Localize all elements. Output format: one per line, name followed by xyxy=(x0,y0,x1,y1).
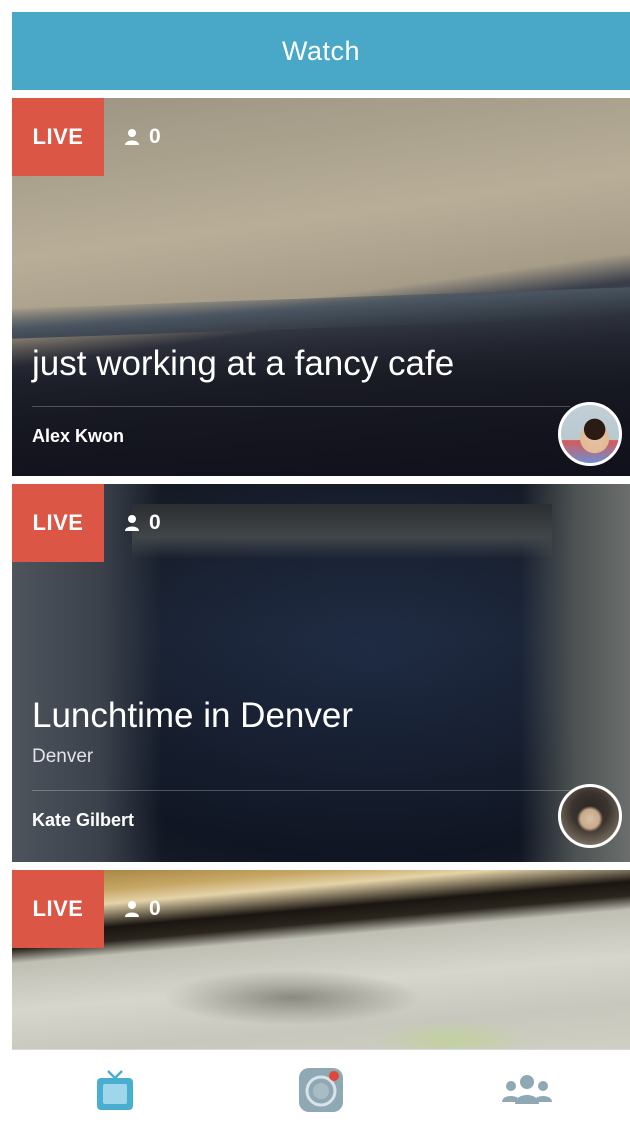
stream-card[interactable]: LIVE 0 Lunchtime in Denver Denver Kate G… xyxy=(12,484,630,862)
stream-location: Denver xyxy=(32,746,94,767)
viewer-count: 0 xyxy=(124,484,161,562)
viewer-icon xyxy=(125,515,139,531)
divider xyxy=(32,790,570,791)
broadcast-camera-icon xyxy=(299,1068,343,1112)
divider xyxy=(32,406,570,407)
viewer-count-value: 0 xyxy=(149,897,161,920)
stream-title: Lunchtime in Denver xyxy=(32,696,353,735)
viewer-count-value: 0 xyxy=(149,511,161,534)
header-bar: Watch xyxy=(12,12,630,90)
stream-card[interactable]: LIVE 0 just working at a fancy cafe Alex… xyxy=(12,98,630,476)
page-title: Watch xyxy=(281,35,360,66)
video-thumbnail-detail xyxy=(162,970,422,1025)
live-badge: LIVE xyxy=(12,870,104,948)
tv-icon xyxy=(97,1070,133,1110)
app-screen: Watch LIVE 0 just working at a fancy caf… xyxy=(12,12,630,1129)
tab-watch[interactable] xyxy=(12,1050,218,1129)
viewer-icon xyxy=(125,901,139,917)
author-name[interactable]: Kate Gilbert xyxy=(32,810,134,831)
tab-bar xyxy=(12,1049,630,1129)
tab-broadcast[interactable] xyxy=(218,1050,424,1129)
stream-card[interactable]: LIVE 0 xyxy=(12,870,630,1050)
live-badge: LIVE xyxy=(12,98,104,176)
viewer-count-value: 0 xyxy=(149,125,161,148)
avatar[interactable] xyxy=(558,402,622,466)
live-badge: LIVE xyxy=(12,484,104,562)
author-name[interactable]: Alex Kwon xyxy=(32,426,124,447)
viewer-count: 0 xyxy=(124,98,161,176)
video-thumbnail-detail xyxy=(372,1020,532,1050)
people-icon xyxy=(502,1075,552,1104)
viewer-icon xyxy=(125,129,139,145)
video-thumbnail-detail xyxy=(12,287,630,339)
avatar[interactable] xyxy=(558,784,622,848)
stream-title: just working at a fancy cafe xyxy=(32,344,455,383)
tab-people[interactable] xyxy=(424,1050,630,1129)
viewer-count: 0 xyxy=(124,870,161,948)
video-thumbnail-detail xyxy=(132,504,552,559)
